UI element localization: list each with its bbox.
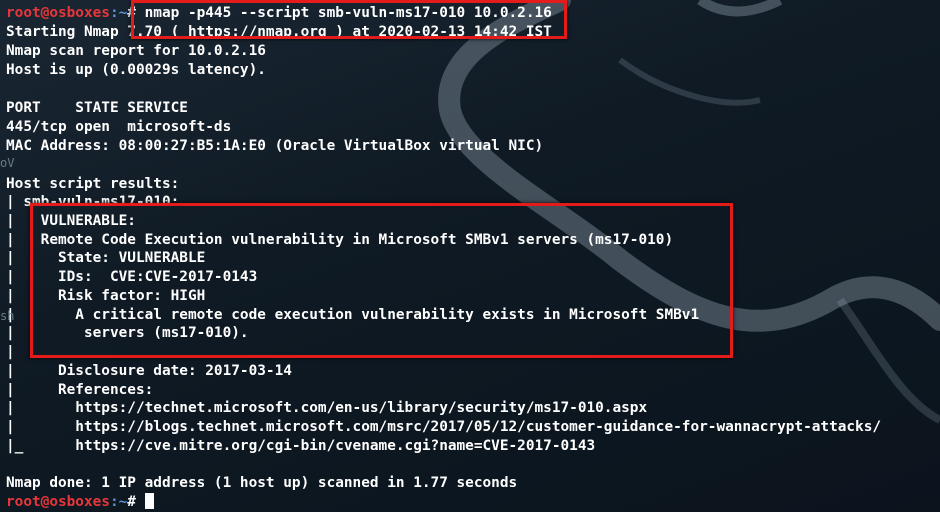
prompt-path: :~ — [109, 5, 128, 21]
output-line: Host script results: — [6, 176, 180, 192]
prompt-user-host: root@osboxes — [6, 5, 110, 21]
text-cursor — [144, 493, 154, 509]
output-line: | https://blogs.technet.microsoft.com/ms… — [6, 419, 882, 435]
output-line: 445/tcp open microsoft-ds — [6, 119, 232, 135]
command-highlight-box — [131, 0, 567, 39]
prompt-user-host: root@osboxes — [6, 494, 110, 510]
output-line: PORT STATE SERVICE — [6, 100, 188, 116]
output-line: | — [6, 344, 15, 360]
output-line: |_ https://cve.mitre.org/cgi-bin/cvename… — [6, 438, 596, 454]
vulnerability-highlight-box — [30, 203, 733, 358]
prompt-line[interactable]: root@osboxes:~# — [6, 493, 154, 512]
prompt-symbol: # — [127, 494, 145, 510]
side-fragment: oV — [0, 156, 15, 170]
output-line: Nmap scan report for 10.0.2.16 — [6, 43, 266, 59]
output-line: | Disclosure date: 2017-03-14 — [6, 363, 292, 379]
side-fragment: sh — [0, 309, 15, 323]
output-line: | References: — [6, 382, 154, 398]
output-line: Host is up (0.00029s latency). — [6, 62, 266, 78]
output-line: MAC Address: 08:00:27:B5:1A:E0 (Oracle V… — [6, 138, 544, 154]
output-line: | https://technet.microsoft.com/en-us/li… — [6, 400, 648, 416]
prompt-path: :~ — [109, 494, 128, 510]
terminal-window[interactable]: root@osboxes:~# nmap -p445 --script smb-… — [0, 0, 940, 512]
output-line: Nmap done: 1 IP address (1 host up) scan… — [6, 475, 518, 491]
